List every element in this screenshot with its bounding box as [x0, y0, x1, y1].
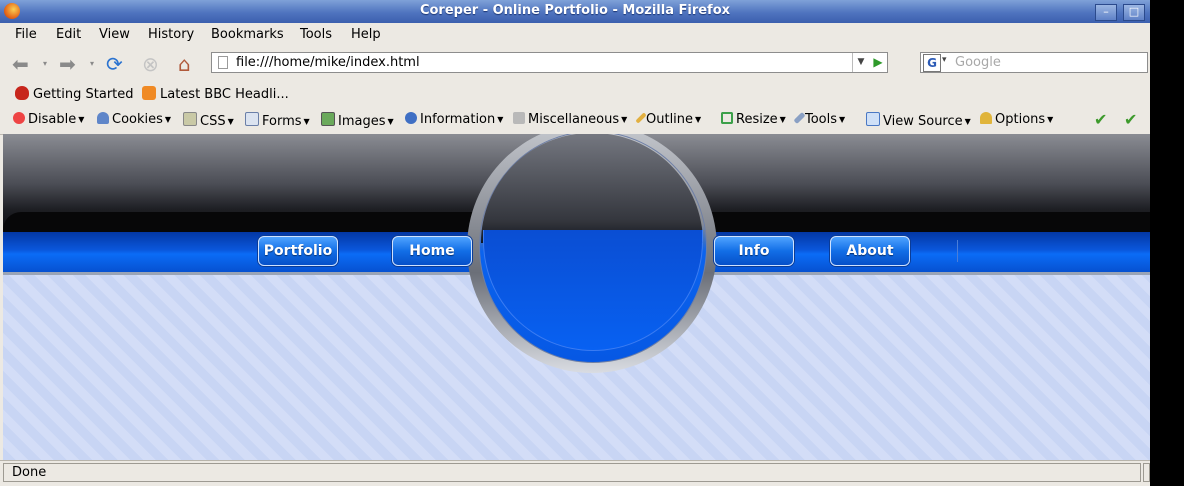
resize-icon	[721, 112, 733, 124]
bookmarks-toolbar: Getting Started Latest BBC Headli...	[0, 81, 1150, 107]
minimize-button[interactable]: –	[1095, 4, 1117, 21]
information-icon	[405, 112, 417, 124]
bookmark-getting-started[interactable]: Getting Started	[15, 86, 134, 102]
window-title: Coreper - Online Portfolio - Mozilla Fir…	[419, 3, 731, 18]
cookies-icon	[97, 112, 109, 124]
devbar-label: Cookies	[112, 112, 163, 127]
menu-help[interactable]: Help	[351, 27, 381, 42]
firefox-window: Coreper - Online Portfolio - Mozilla Fir…	[0, 0, 1150, 486]
bookmark-bbc-headlines[interactable]: Latest BBC Headli...	[142, 86, 289, 102]
stop-icon[interactable]: ⊗	[142, 52, 159, 76]
web-developer-toolbar: Disable ▼ Cookies ▼ CSS ▼ Forms ▼ Images ▼ In…	[0, 107, 1150, 135]
search-bar[interactable]: G ▾ Google	[920, 52, 1148, 73]
menu-bookmarks[interactable]: Bookmarks	[211, 27, 284, 42]
nav-portfolio-button[interactable]: Portfolio	[258, 236, 338, 266]
devbar-disable[interactable]: Disable ▼	[13, 112, 84, 127]
menu-history[interactable]: History	[148, 27, 194, 42]
back-history-dropdown-icon[interactable]: ▾	[43, 52, 47, 76]
status-bar: Done	[0, 460, 1150, 486]
forward-history-dropdown-icon[interactable]: ▾	[90, 52, 94, 76]
miscellaneous-icon	[513, 112, 525, 124]
bookmark-label: Getting Started	[33, 87, 134, 102]
go-button-icon[interactable]: ▶	[869, 53, 887, 72]
devbar-tools[interactable]: Tools ▼	[793, 111, 846, 127]
devbar-css[interactable]: CSS ▼	[183, 112, 234, 129]
devbar-label: Tools	[805, 112, 838, 127]
devbar-forms[interactable]: Forms ▼	[245, 112, 310, 129]
url-bar[interactable]: file:///home/mike/index.html ▼ ▶	[211, 52, 888, 73]
menu-edit[interactable]: Edit	[56, 27, 81, 42]
devbar-miscellaneous[interactable]: Miscellaneous ▼	[513, 112, 627, 127]
devbar-cookies[interactable]: Cookies ▼	[97, 112, 171, 127]
devbar-outline[interactable]: Outline ▼	[635, 112, 702, 127]
outline-pencil-icon	[635, 112, 647, 124]
validate-html-check-icon[interactable]: ✔	[1094, 110, 1107, 129]
devbar-label: Options	[995, 112, 1046, 127]
maximize-button[interactable]: □	[1123, 4, 1145, 21]
search-placeholder[interactable]: Google	[955, 55, 1001, 70]
page-content: Portfolio Home Info About	[3, 134, 1150, 460]
tools-wrench-icon	[793, 111, 806, 125]
dropdown-arrow-icon: ▼	[164, 115, 172, 124]
nav-separator	[957, 240, 958, 262]
url-dropdown-icon[interactable]: ▼	[852, 53, 869, 72]
devbar-label: Forms	[262, 114, 302, 129]
title-bar: Coreper - Online Portfolio - Mozilla Fir…	[0, 0, 1150, 23]
devbar-view-source[interactable]: View Source ▼	[866, 112, 971, 129]
images-icon	[321, 112, 335, 126]
dropdown-arrow-icon: ▼	[695, 115, 702, 124]
dropdown-arrow-icon: ▼	[227, 117, 234, 126]
view-source-icon	[866, 112, 880, 126]
bookmark-icon	[15, 86, 29, 100]
nav-home-button[interactable]: Home	[392, 236, 472, 266]
devbar-label: Resize	[736, 112, 778, 127]
forms-icon	[245, 112, 259, 126]
devbar-label: CSS	[200, 114, 226, 129]
rss-feed-icon	[142, 86, 156, 100]
menu-file[interactable]: File	[15, 27, 37, 42]
page-icon	[218, 56, 228, 69]
css-icon	[183, 112, 197, 126]
dropdown-arrow-icon: ▼	[964, 117, 971, 126]
devbar-options[interactable]: Options ▼	[980, 112, 1053, 127]
menu-tools[interactable]: Tools	[300, 27, 332, 42]
dropdown-arrow-icon: ▼	[1047, 115, 1054, 124]
devbar-label: Disable	[28, 112, 77, 127]
devbar-label: Miscellaneous	[528, 112, 620, 127]
devbar-information[interactable]: Information ▼	[405, 112, 503, 127]
back-button-icon[interactable]: ⬅	[12, 52, 29, 76]
nav-about-button[interactable]: About	[830, 236, 910, 266]
devbar-label: Information	[420, 112, 496, 127]
reload-icon[interactable]: ⟳	[106, 52, 123, 76]
disable-icon	[13, 112, 25, 124]
dropdown-arrow-icon: ▼	[78, 115, 85, 124]
devbar-images[interactable]: Images ▼	[321, 112, 394, 129]
status-panel	[1143, 463, 1150, 482]
dropdown-arrow-icon: ▼	[839, 115, 846, 124]
dropdown-arrow-icon: ▼	[621, 115, 628, 124]
forward-button-icon[interactable]: ➡	[59, 52, 76, 76]
options-key-icon	[980, 112, 992, 124]
devbar-resize[interactable]: Resize ▼	[721, 112, 786, 127]
devbar-label: Images	[338, 114, 386, 129]
google-engine-icon[interactable]: G	[923, 54, 941, 72]
dropdown-arrow-icon: ▼	[779, 115, 786, 124]
dropdown-arrow-icon: ▼	[303, 117, 310, 126]
devbar-label: View Source	[883, 114, 963, 129]
engine-dropdown-icon[interactable]: ▾	[942, 55, 947, 65]
home-icon[interactable]: ⌂	[178, 52, 191, 76]
dropdown-arrow-icon: ▼	[387, 117, 394, 126]
validate-css-check-icon[interactable]: ✔	[1124, 110, 1137, 129]
nav-info-button[interactable]: Info	[714, 236, 794, 266]
navigation-toolbar: ⬅ ▾ ➡ ▾ ⟳ ⊗ ⌂ file:///home/mike/index.ht…	[0, 47, 1150, 81]
url-text[interactable]: file:///home/mike/index.html	[236, 55, 420, 70]
bookmark-label: Latest BBC Headli...	[160, 87, 289, 102]
menu-bar: File Edit View History Bookmarks Tools H…	[0, 23, 1150, 47]
devbar-label: Outline	[646, 112, 694, 127]
menu-view[interactable]: View	[99, 27, 130, 42]
status-text: Done	[3, 463, 1141, 482]
dropdown-arrow-icon: ▼	[497, 115, 504, 124]
